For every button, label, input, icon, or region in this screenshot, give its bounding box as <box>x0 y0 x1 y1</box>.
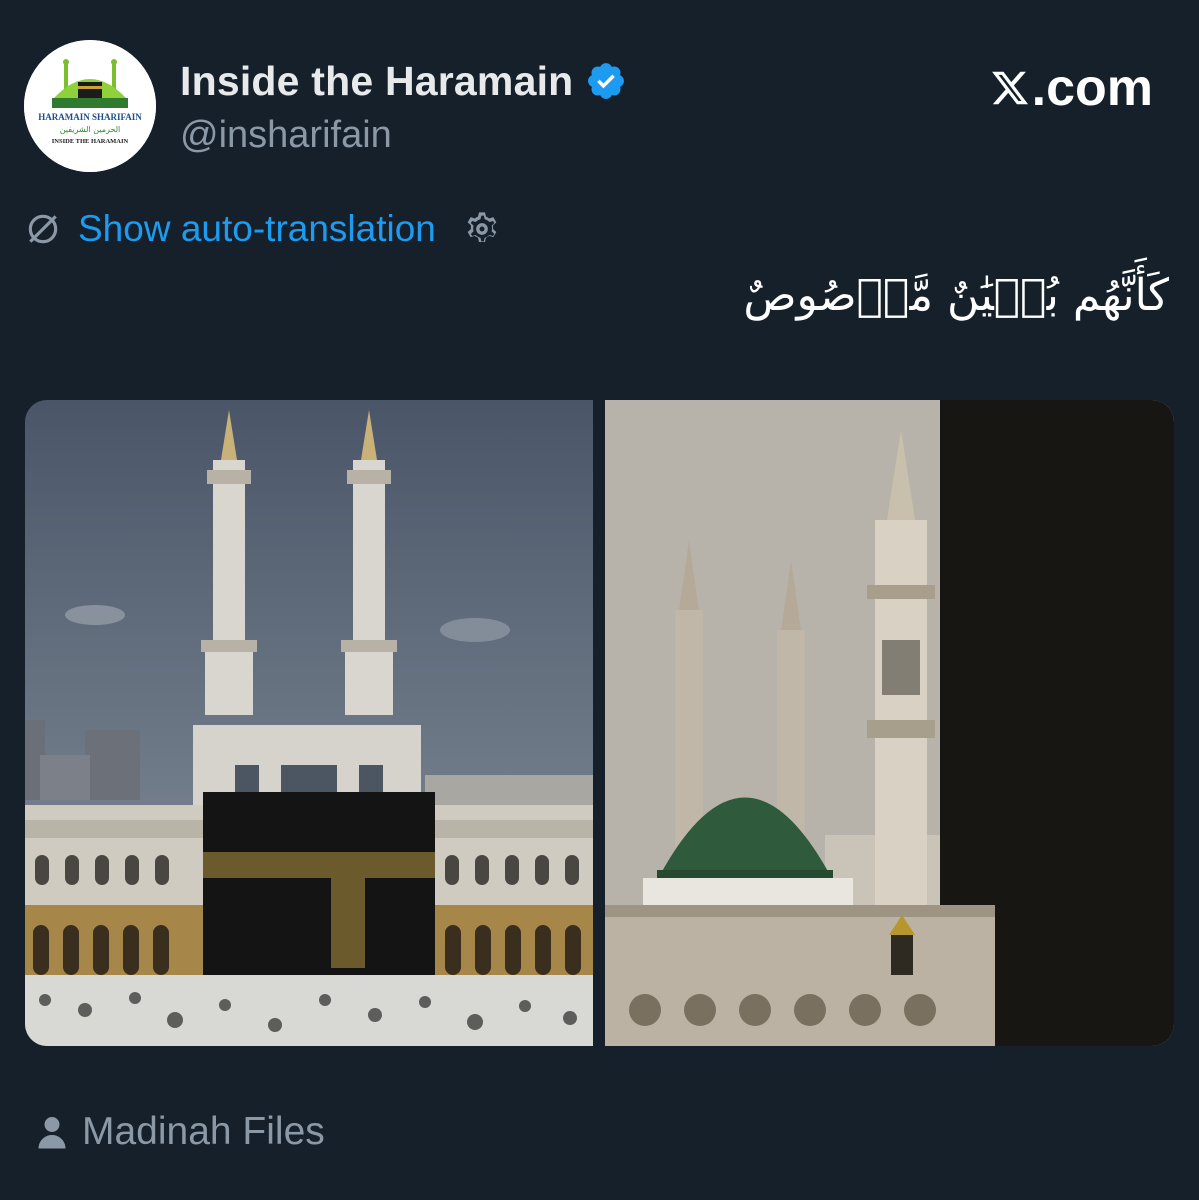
translation-row: Show auto-translation <box>24 208 502 250</box>
green-dome-photo-illustration <box>605 400 1174 1046</box>
person-icon <box>38 1117 66 1149</box>
green-dome-photo[interactable] <box>605 400 1174 1046</box>
no-translation-icon <box>28 214 58 244</box>
profile-name-row[interactable]: Inside the Haramain <box>180 56 627 106</box>
media-source[interactable]: Madinah Files <box>36 1110 325 1154</box>
brand-label: .com <box>1031 59 1153 117</box>
gear-icon[interactable] <box>462 209 502 249</box>
post-text: كَأَنَّهُم بُنۡيَٰنٌ مَّرۡصُوصٌ <box>743 270 1169 321</box>
svg-text:HARAMAIN SHARIFAIN: HARAMAIN SHARIFAIN <box>38 112 142 122</box>
profile-handle[interactable]: @insharifain <box>180 114 392 157</box>
svg-text:INSIDE THE HARAMAIN: INSIDE THE HARAMAIN <box>52 138 129 145</box>
source-label[interactable]: Madinah Files <box>82 1110 325 1154</box>
svg-text:الحرمين الشريفين: الحرمين الشريفين <box>60 125 121 134</box>
display-name[interactable]: Inside the Haramain <box>180 58 573 105</box>
profile-avatar[interactable]: HARAMAIN SHARIFAIN الحرمين الشريفين INSI… <box>24 40 156 172</box>
x-logo-icon <box>991 71 1028 105</box>
kaaba-photo[interactable] <box>25 400 593 1046</box>
media-grid[interactable] <box>25 400 1174 1046</box>
kaaba-photo-illustration <box>25 400 593 1046</box>
verified-badge-icon <box>588 63 625 99</box>
show-translation-link[interactable]: Show auto-translation <box>78 208 436 250</box>
haramain-logo: HARAMAIN SHARIFAIN الحرمين الشريفين INSI… <box>24 40 156 172</box>
x-brand: .com <box>990 58 1153 118</box>
